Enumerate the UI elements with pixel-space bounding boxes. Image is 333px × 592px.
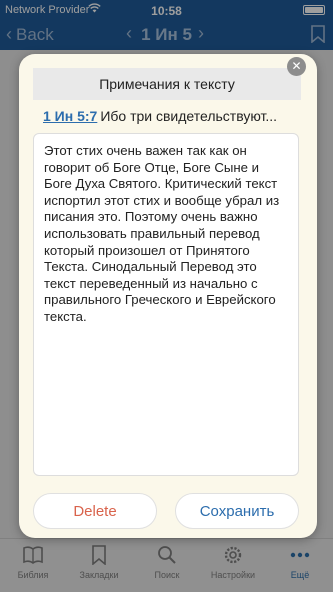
verse-snippet: Ибо три свидетельствуют... bbox=[100, 108, 278, 124]
verse-link[interactable]: 1 Ин 5:7 bbox=[43, 108, 97, 124]
dialog-title: Примечания к тексту bbox=[33, 68, 301, 100]
note-textarea[interactable]: Этот стих очень важен так как он говорит… bbox=[33, 133, 299, 476]
delete-button[interactable]: Delete bbox=[33, 493, 157, 529]
close-icon[interactable]: ✕ bbox=[287, 57, 306, 76]
note-text: Этот стих очень важен так как он говорит… bbox=[44, 143, 280, 324]
save-button[interactable]: Сохранить bbox=[175, 493, 299, 529]
notes-dialog: Примечания к тексту 1 Ин 5:7 Ибо три свид… bbox=[19, 54, 317, 538]
verse-reference-line: 1 Ин 5:7 Ибо три свидетельствуют... bbox=[43, 108, 303, 124]
